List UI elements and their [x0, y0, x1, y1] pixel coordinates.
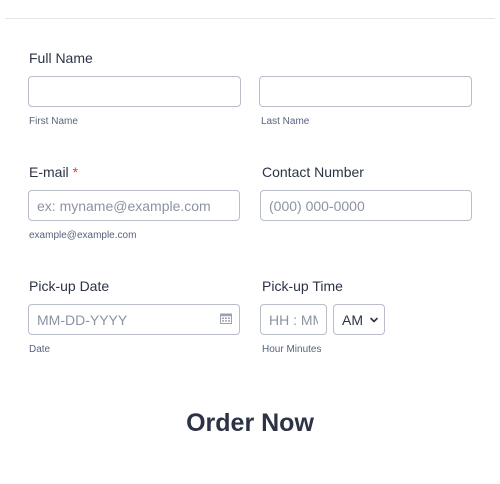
email-field[interactable]	[28, 190, 240, 221]
ampm-select[interactable]: AM	[333, 304, 385, 335]
pickup-date-sublabel: Date	[29, 344, 51, 355]
pickup-time-sublabel: Hour Minutes	[262, 344, 322, 355]
pickup-time-input[interactable]	[260, 304, 327, 335]
pickup-time-label: Pick-up Time	[262, 278, 343, 294]
required-mark: *	[72, 164, 79, 180]
contact-number-label: Contact Number	[262, 164, 364, 180]
top-divider	[5, 18, 495, 19]
order-now-button[interactable]: Order Now	[0, 408, 500, 439]
first-name-sublabel: First Name	[29, 116, 78, 127]
last-name-sublabel: Last Name	[261, 116, 310, 127]
pickup-date-label: Pick-up Date	[29, 278, 110, 294]
first-name-input[interactable]	[28, 76, 241, 107]
contact-number-input[interactable]	[260, 190, 472, 221]
pickup-date-input[interactable]	[28, 304, 240, 335]
email-sublabel: example@example.com	[29, 230, 137, 241]
chevron-down-icon	[370, 317, 378, 322]
email-label-text: E-mail	[29, 164, 69, 180]
last-name-input[interactable]	[259, 76, 472, 107]
pickup-date-field	[28, 304, 240, 335]
ampm-value: AM	[342, 311, 363, 328]
calendar-icon[interactable]	[220, 313, 232, 324]
email-label: E-mail *	[29, 164, 78, 180]
full-name-label: Full Name	[29, 50, 93, 66]
